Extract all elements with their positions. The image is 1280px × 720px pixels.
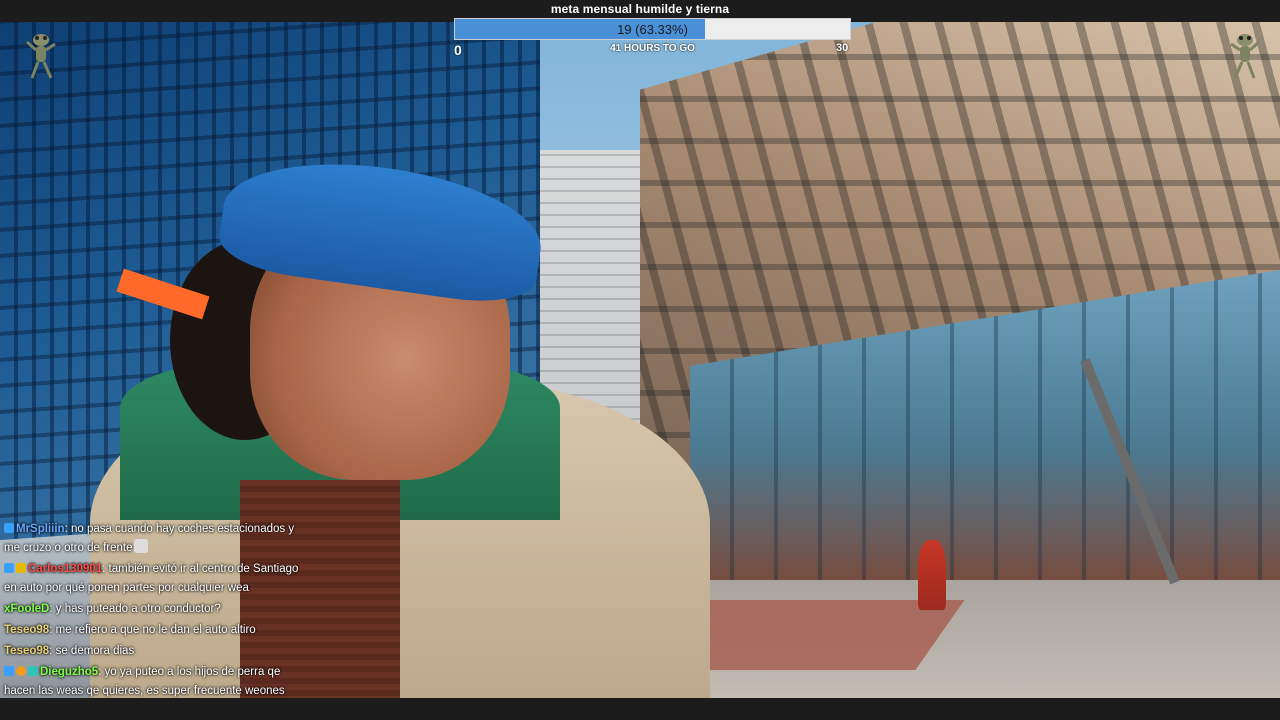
bits-badge-icon bbox=[16, 666, 26, 676]
chat-username: Teseo98 bbox=[4, 624, 50, 636]
chat-message: Teseo98: se demora dias bbox=[0, 642, 310, 661]
chat-text: : y has puteado a otro conductor? bbox=[49, 603, 221, 615]
bottom-strip bbox=[0, 698, 1280, 720]
pedestrian bbox=[918, 540, 946, 610]
dancing-frog-icon bbox=[1230, 34, 1260, 79]
goal-progress-bar: 19 (63.33%) bbox=[454, 18, 851, 40]
stream-view: meta mensual humilde y tierna 19 (63.33%… bbox=[0, 0, 1280, 720]
goal-max-label: 30 bbox=[836, 42, 849, 54]
goal-progress-text: 19 (63.33%) bbox=[617, 22, 688, 37]
chat-text: : me refiero a que no le dan el auto alt… bbox=[49, 624, 256, 636]
chat-message: xFooleD: y has puteado a otro conductor? bbox=[0, 600, 310, 619]
subscriber-badge-icon bbox=[4, 666, 14, 676]
dancing-frog-icon bbox=[26, 34, 56, 79]
subscriber-badge-icon bbox=[4, 563, 14, 573]
chat-message: Teseo98: me refiero a que no le dan el a… bbox=[0, 621, 310, 640]
chat-overlay: MrSpliiin: no pasa cuando hay coches est… bbox=[0, 520, 310, 720]
gift-badge-icon bbox=[16, 563, 26, 573]
chat-username: MrSpliiin bbox=[16, 523, 65, 535]
gift-badge-icon bbox=[28, 666, 38, 676]
chat-username: xFooleD bbox=[4, 603, 50, 615]
chat-username: Dieguzho5 bbox=[40, 666, 99, 678]
chat-username: Carlos130901 bbox=[28, 563, 103, 575]
subscriber-badge-icon bbox=[4, 523, 14, 533]
goal-time-left: 41 HOURS TO GO bbox=[610, 43, 695, 54]
chat-text: : se demora dias bbox=[49, 645, 135, 657]
emote-icon bbox=[134, 539, 149, 553]
chat-message: MrSpliiin: no pasa cuando hay coches est… bbox=[0, 520, 310, 558]
chat-message: Carlos130901: también evitó ir al centro… bbox=[0, 560, 310, 598]
goal-title: meta mensual humilde y tierna bbox=[550, 2, 730, 16]
chat-username: Teseo98 bbox=[4, 645, 50, 657]
